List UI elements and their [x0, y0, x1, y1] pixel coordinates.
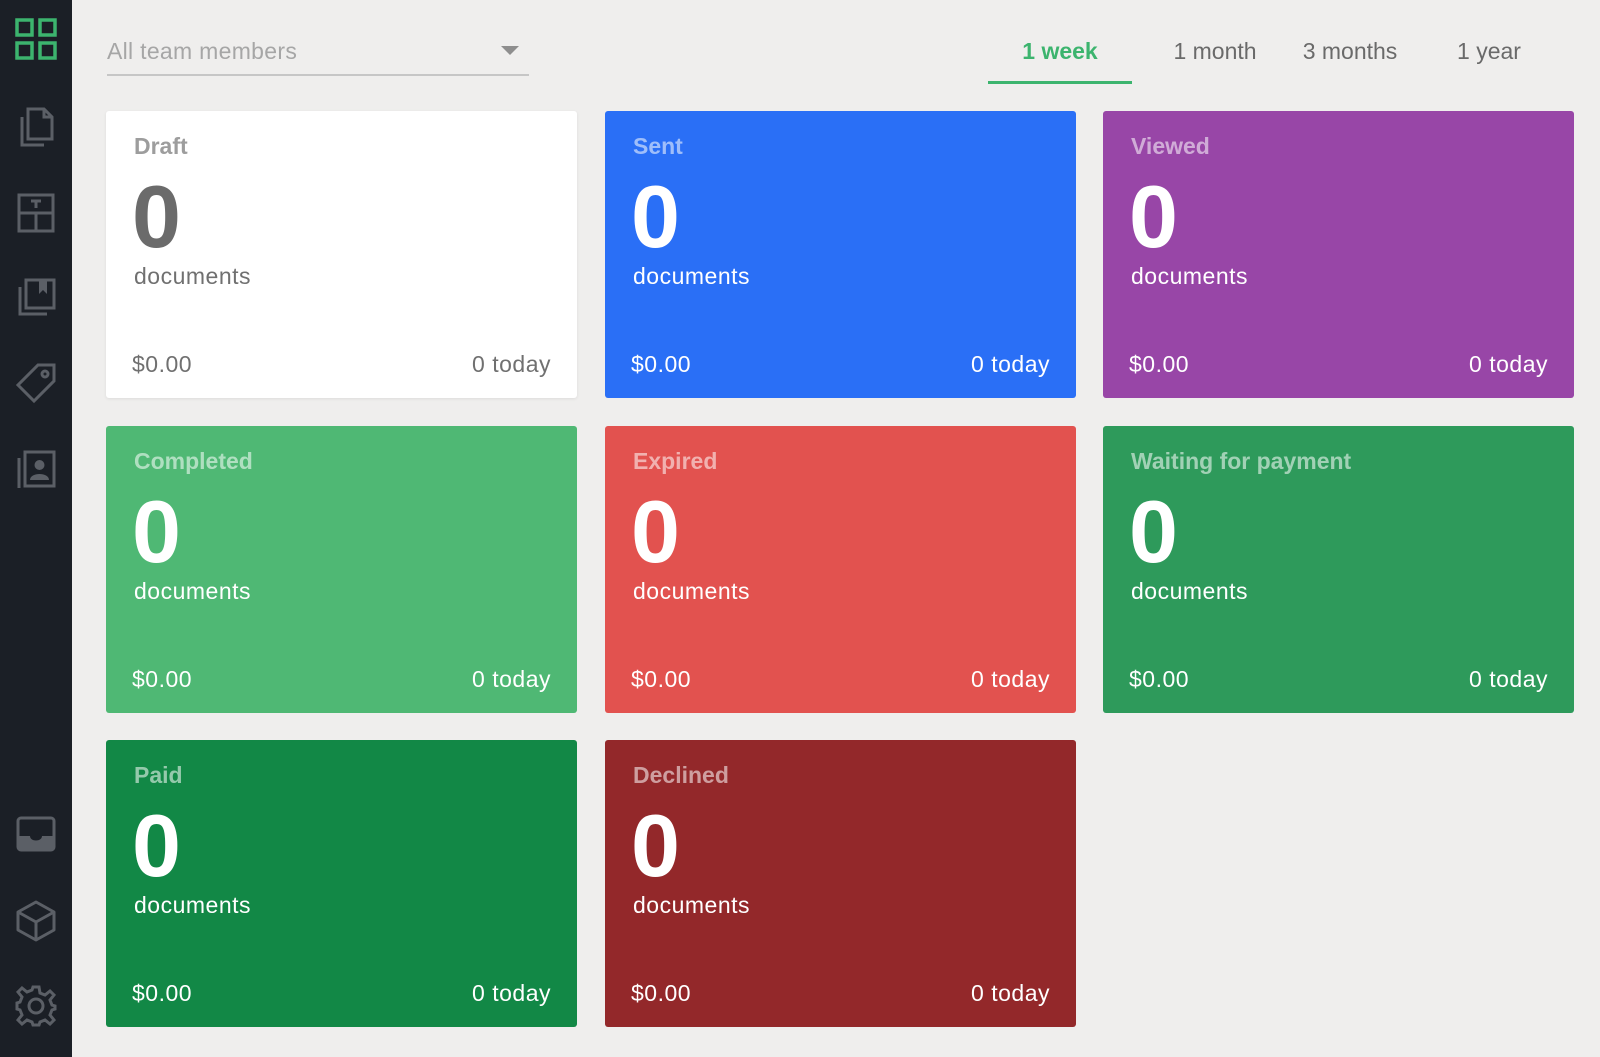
sidebar-item-content-library[interactable]	[0, 262, 72, 334]
card-title: Draft	[134, 133, 188, 159]
sidebar-item-settings[interactable]	[0, 970, 72, 1042]
card-amount: $0.00	[132, 666, 193, 692]
card-today-count: 0 today	[472, 351, 551, 377]
card-today-count: 0 today	[971, 980, 1050, 1006]
catalog-tag-icon	[15, 363, 56, 404]
card-title: Waiting for payment	[1131, 448, 1352, 474]
card-today-count: 0 today	[1469, 666, 1548, 692]
chevron-down-icon	[501, 46, 519, 55]
content-library-icon	[18, 278, 56, 316]
card-title: Completed	[134, 448, 253, 474]
card-unit-label: documents	[134, 578, 252, 604]
card-document-count: 0	[132, 482, 181, 581]
card-unit-label: documents	[633, 263, 751, 289]
card-amount: $0.00	[132, 980, 193, 1006]
card-unit-label: documents	[633, 892, 751, 918]
card-amount: $0.00	[1129, 666, 1190, 692]
card-title: Expired	[633, 448, 718, 474]
sidebar-item-inbox[interactable]	[0, 798, 72, 870]
card-document-count: 0	[631, 482, 680, 581]
tab-1-week[interactable]: 1 week	[988, 30, 1132, 84]
card-document-count: 0	[631, 796, 680, 895]
status-card-declined[interactable]: Declined 0 documents $0.00 0 today	[605, 740, 1076, 1027]
sidebar	[0, 0, 72, 1057]
tab-1-month[interactable]: 1 month	[1158, 30, 1272, 84]
card-document-count: 0	[132, 796, 181, 895]
card-today-count: 0 today	[472, 666, 551, 692]
templates-icon	[17, 193, 55, 233]
inbox-icon	[16, 816, 56, 852]
card-amount: $0.00	[631, 666, 692, 692]
card-unit-label: documents	[1131, 263, 1249, 289]
status-card-completed[interactable]: Completed 0 documents $0.00 0 today	[106, 426, 577, 713]
dashboard-grid-icon	[15, 18, 57, 60]
contacts-icon	[17, 450, 56, 488]
card-amount: $0.00	[631, 351, 692, 377]
card-today-count: 0 today	[971, 666, 1050, 692]
tab-3-months[interactable]: 3 months	[1288, 30, 1412, 84]
team-member-filter-value: All team members	[107, 38, 298, 64]
status-card-draft[interactable]: Draft 0 documents $0.00 0 today	[106, 111, 577, 398]
card-unit-label: documents	[134, 263, 252, 289]
card-title: Paid	[134, 762, 183, 788]
status-card-viewed[interactable]: Viewed 0 documents $0.00 0 today	[1103, 111, 1574, 398]
status-card-waiting-for-payment[interactable]: Waiting for payment 0 documents $0.00 0 …	[1103, 426, 1574, 713]
card-today-count: 0 today	[472, 980, 551, 1006]
card-document-count: 0	[132, 167, 181, 266]
card-amount: $0.00	[631, 980, 692, 1006]
sidebar-item-catalog[interactable]	[0, 347, 72, 419]
card-unit-label: documents	[1131, 578, 1249, 604]
sidebar-item-contacts[interactable]	[0, 434, 72, 506]
card-today-count: 0 today	[971, 351, 1050, 377]
tab-1-year[interactable]: 1 year	[1432, 30, 1546, 84]
documents-icon	[20, 107, 54, 147]
team-member-filter-dropdown[interactable]: All team members	[107, 30, 529, 76]
card-amount: $0.00	[132, 351, 193, 377]
card-unit-label: documents	[633, 578, 751, 604]
integrations-cube-icon	[16, 900, 56, 942]
sidebar-item-integrations[interactable]	[0, 885, 72, 957]
card-unit-label: documents	[134, 892, 252, 918]
status-card-expired[interactable]: Expired 0 documents $0.00 0 today	[605, 426, 1076, 713]
sidebar-item-documents[interactable]	[0, 91, 72, 163]
sidebar-item-templates[interactable]	[0, 177, 72, 249]
card-title: Viewed	[1131, 133, 1210, 159]
sidebar-item-dashboard[interactable]	[0, 3, 72, 75]
card-document-count: 0	[1129, 167, 1178, 266]
status-card-sent[interactable]: Sent 0 documents $0.00 0 today	[605, 111, 1076, 398]
card-amount: $0.00	[1129, 351, 1190, 377]
settings-gear-icon	[15, 985, 57, 1027]
card-title: Sent	[633, 133, 683, 159]
card-document-count: 0	[631, 167, 680, 266]
card-today-count: 0 today	[1469, 351, 1548, 377]
card-title: Declined	[633, 762, 729, 788]
status-card-paid[interactable]: Paid 0 documents $0.00 0 today	[106, 740, 577, 1027]
card-document-count: 0	[1129, 482, 1178, 581]
